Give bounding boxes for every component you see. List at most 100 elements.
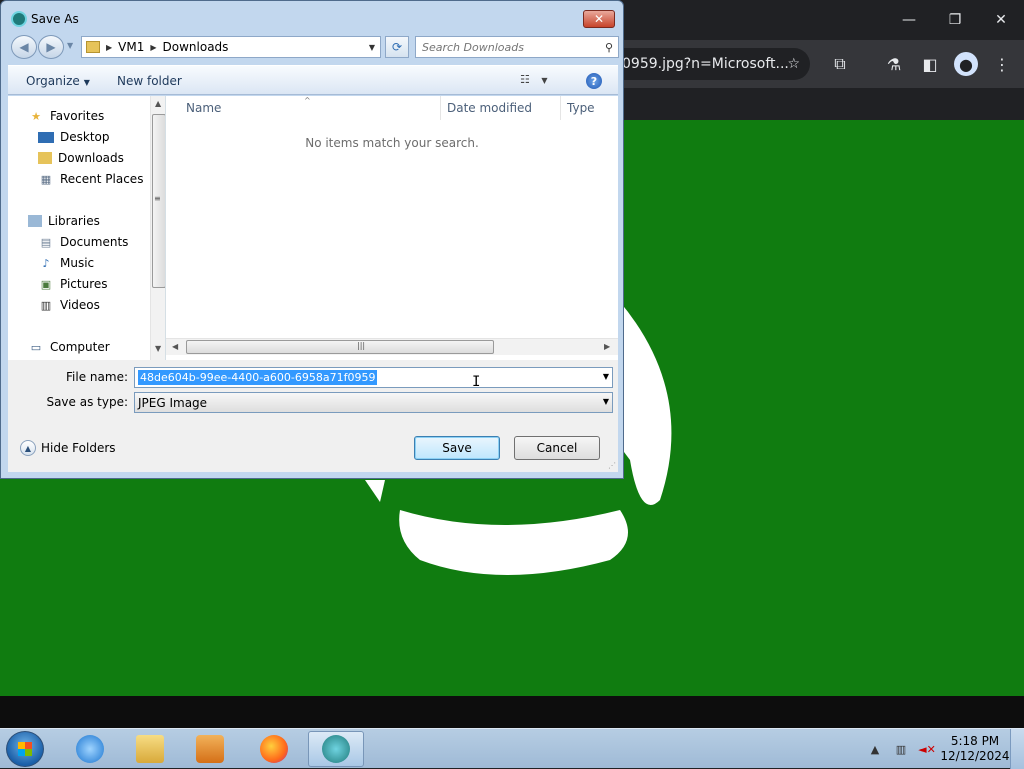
libraries-icon	[28, 215, 42, 227]
search-box[interactable]: ⚲	[415, 36, 619, 58]
search-icon[interactable]: ⚲	[605, 41, 613, 54]
side-panel-icon[interactable]: ◧	[918, 52, 942, 76]
file-h-scrollbar[interactable]: ◀ ||| ▶	[166, 338, 618, 355]
scroll-down-arrow[interactable]: ▼	[155, 344, 161, 353]
taskbar: ▲ ▥ ◄✕ 5:18 PM 12/12/2024	[0, 728, 1024, 769]
videos-icon: ▥	[40, 298, 52, 312]
star-icon: ★	[31, 109, 41, 123]
app-icon	[11, 11, 27, 27]
restore-icon[interactable]: ❐	[932, 0, 978, 40]
help-icon[interactable]: ?	[586, 73, 602, 89]
close-icon[interactable]: ✕	[978, 0, 1024, 40]
start-button[interactable]	[6, 731, 44, 767]
network-icon[interactable]: ▥	[892, 741, 910, 757]
chevron-right-icon[interactable]: ▶	[150, 43, 156, 52]
documents-icon: ▤	[40, 235, 52, 249]
file-name-label: File name:	[66, 370, 128, 384]
ie-icon	[76, 735, 104, 763]
navigation-row: ◀ ▶ ▼ ▶ VM1 ▶ Downloads ▼ ⟳ ⚲	[9, 35, 619, 59]
address-text: 0959.jpg?n=Microsoft...	[622, 56, 789, 72]
forward-button[interactable]: ▶	[38, 35, 64, 59]
breadcrumb-vm1[interactable]: VM1	[118, 40, 144, 54]
pictures-icon: ▣	[40, 277, 52, 291]
file-scroll-thumb[interactable]: |||	[186, 340, 494, 354]
desktop-icon	[38, 131, 54, 143]
nav-videos[interactable]: ▥ Videos	[38, 295, 100, 315]
profile-icon[interactable]: ●	[954, 52, 978, 76]
save-as-type-select[interactable]: JPEG Image ▼	[134, 392, 613, 413]
nav-downloads[interactable]: Downloads	[38, 148, 124, 168]
nav-favorites[interactable]: ★ Favorites	[28, 106, 104, 126]
recent-places-icon: ▦	[40, 172, 52, 186]
scroll-up-arrow[interactable]: ▲	[155, 99, 161, 108]
save-button[interactable]: Save	[414, 436, 500, 460]
dialog-title: Save As	[31, 12, 79, 26]
chevron-down-icon: ▼	[541, 76, 548, 85]
recent-pages-dropdown[interactable]: ▼	[67, 41, 73, 50]
nav-pictures[interactable]: ▣ Pictures	[38, 274, 108, 294]
save-as-type-value: JPEG Image	[138, 396, 208, 410]
back-button[interactable]: ◀	[11, 35, 37, 59]
search-input[interactable]	[416, 37, 596, 57]
file-name-value[interactable]: 48de604b-99ee-4400-a600-6958a71f0959	[138, 370, 378, 385]
sort-arrow-icon: ^	[304, 96, 311, 105]
breadcrumb[interactable]: ▶ VM1 ▶ Downloads ▼	[81, 36, 381, 58]
nav-computer[interactable]: ▭ Computer	[28, 337, 110, 357]
taskbar-ie[interactable]	[62, 731, 118, 767]
clock-time: 5:18 PM	[950, 734, 1000, 748]
view-options-button[interactable]: ☷ ▼	[520, 73, 548, 86]
command-bar: Organize ▼ New folder ☷ ▼ ?	[8, 65, 618, 95]
save-as-type-label: Save as type:	[46, 395, 128, 409]
breadcrumb-downloads[interactable]: Downloads	[163, 40, 229, 54]
chevron-down-icon[interactable]: ▼	[603, 397, 609, 406]
chevron-down-icon[interactable]: ▼	[364, 37, 380, 57]
nav-recent-places[interactable]: ▦ Recent Places	[38, 169, 144, 189]
address-bar[interactable]: 0959.jpg?n=Microsoft... ☆	[610, 48, 810, 80]
clock[interactable]: 5:18 PM 12/12/2024	[940, 734, 1010, 764]
scroll-right-arrow[interactable]: ▶	[604, 342, 610, 351]
dialog-close-button[interactable]: ✕	[583, 10, 615, 28]
dialog-titlebar: Save As ✕	[1, 1, 623, 35]
taskbar-firefox[interactable]	[246, 731, 302, 767]
save-options-panel: File name: 48de604b-99ee-4400-a600-6958a…	[8, 360, 618, 472]
taskbar-media-player[interactable]	[182, 731, 238, 767]
nav-scrollbar[interactable]: ▲ ≡ ▼	[150, 96, 165, 360]
scroll-left-arrow[interactable]: ◀	[172, 342, 178, 351]
minimize-icon[interactable]: —	[886, 0, 932, 40]
chevron-down-icon: ▼	[83, 78, 90, 87]
cancel-button[interactable]: Cancel	[514, 436, 600, 460]
column-type[interactable]: Type	[561, 96, 618, 120]
refresh-button[interactable]: ⟳	[385, 36, 409, 58]
save-as-dialog: Save As ✕ ◀ ▶ ▼ ▶ VM1 ▶ Downloads ▼ ⟳ ⚲ …	[0, 0, 624, 479]
volume-muted-icon[interactable]: ◄✕	[918, 741, 936, 757]
nav-libraries[interactable]: Libraries	[28, 211, 100, 231]
taskbar-active-app[interactable]	[308, 731, 364, 767]
firefox-icon	[260, 735, 288, 763]
column-date-modified[interactable]: Date modified	[441, 96, 561, 120]
nav-documents[interactable]: ▤ Documents	[38, 232, 129, 252]
music-icon: ♪	[42, 256, 50, 270]
folder-icon	[136, 735, 164, 763]
taskbar-explorer[interactable]	[122, 731, 178, 767]
chevron-right-icon[interactable]: ▶	[106, 43, 112, 52]
chevron-up-icon: ▲	[20, 440, 36, 456]
nav-desktop[interactable]: Desktop	[38, 127, 110, 147]
browser-body: ★ Favorites Desktop Downloads ▦ Recent Pla…	[8, 96, 618, 360]
hide-folders-button[interactable]: ▲ Hide Folders	[20, 440, 116, 456]
nav-music[interactable]: ♪ Music	[38, 253, 94, 273]
show-desktop-button[interactable]	[1010, 729, 1024, 769]
menu-icon[interactable]: ⋮	[990, 52, 1014, 76]
star-icon[interactable]: ☆	[787, 48, 800, 80]
chevron-down-icon[interactable]: ▼	[603, 372, 609, 381]
show-hidden-icons[interactable]: ▲	[866, 741, 884, 757]
resize-grip[interactable]: ⋰	[608, 461, 616, 470]
computer-icon: ▭	[30, 340, 42, 354]
file-name-field[interactable]: 48de604b-99ee-4400-a600-6958a71f0959 ▼	[134, 367, 613, 388]
organize-button[interactable]: Organize ▼	[26, 74, 90, 88]
extensions-icon[interactable]: ⧉	[828, 52, 852, 76]
folder-icon	[86, 41, 100, 53]
labs-icon[interactable]: ⚗	[882, 52, 906, 76]
downloads-folder-icon	[38, 152, 52, 164]
new-folder-button[interactable]: New folder	[117, 74, 182, 88]
media-player-icon	[196, 735, 224, 763]
